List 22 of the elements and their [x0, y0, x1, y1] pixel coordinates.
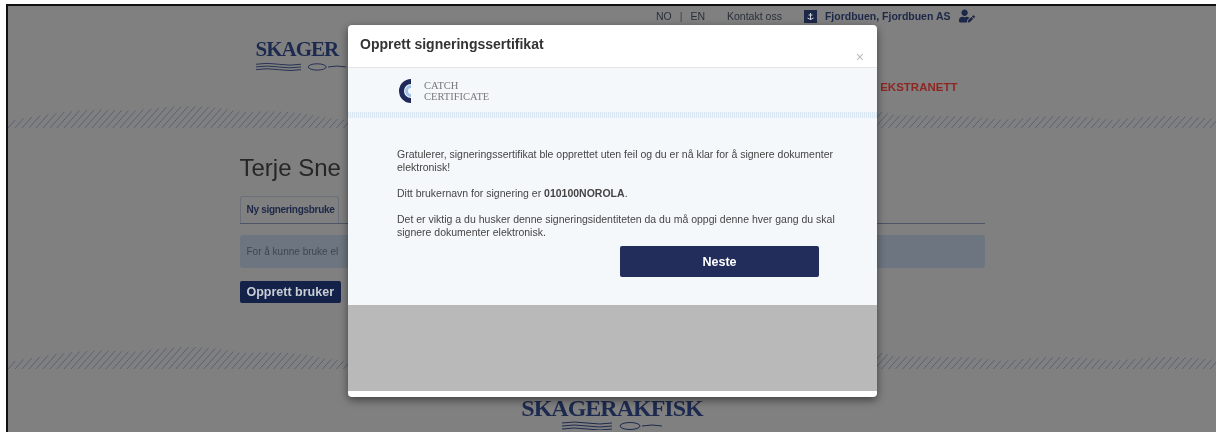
message-paragraph: Gratulerer, signeringssertifikat ble opprettet uten feil og du er nå klar for å signere dokumenter elektronisk!	[397, 148, 834, 174]
anchor-icon	[803, 9, 817, 23]
create-user-button[interactable]: Opprett bruker	[239, 281, 341, 303]
nav-item[interactable]: EKSTRANETT	[880, 81, 958, 93]
brand-text: CERTIFICATE	[424, 91, 490, 102]
message-paragraph: Ditt brukernavn for signering er 010100NOROLA.	[397, 187, 629, 200]
separator: |	[679, 10, 683, 22]
brand-text: CATCH	[424, 80, 460, 91]
next-button[interactable]: Neste	[620, 246, 819, 277]
close-button[interactable]: ×	[852, 49, 867, 65]
waves-icon	[255, 62, 346, 71]
language-link[interactable]: NO	[655, 10, 672, 22]
page-title: Terje Sne	[239, 153, 341, 183]
contact-link[interactable]: Kontakt oss	[727, 10, 782, 22]
brand-logo-icon	[398, 78, 412, 104]
footer-logo-text: SKAGERAKFISK	[521, 395, 703, 421]
account-name[interactable]: Fjordbuen, Fjordbuen AS	[824, 10, 951, 22]
user-edit-icon[interactable]	[958, 8, 975, 24]
tab[interactable]: Ny signeringsbruke	[239, 196, 340, 223]
logo-text: SKAGER	[255, 36, 339, 62]
modal-title: Opprett signeringssertifikat	[360, 36, 544, 54]
language-link[interactable]: EN	[690, 10, 705, 22]
